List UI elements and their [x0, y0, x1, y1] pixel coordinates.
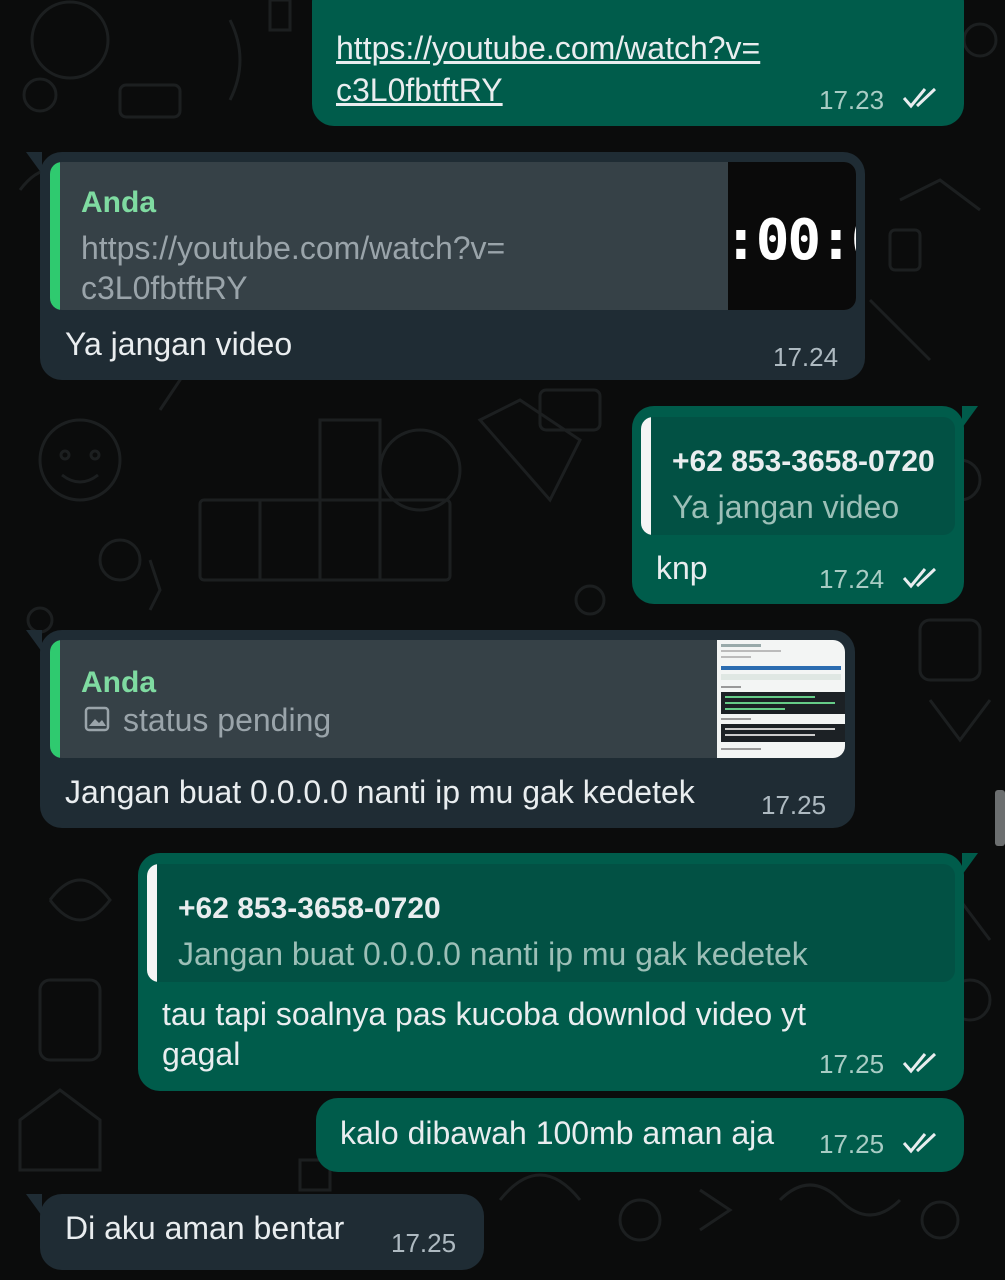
read-receipt-icon — [902, 87, 937, 109]
message-time: 17.25 — [761, 790, 827, 820]
message-time: 17.23 — [819, 85, 885, 115]
message-bubble-outgoing[interactable]: https://youtube.com/watch?v= c3L0fbtftRY… — [312, 0, 964, 126]
quote-author: Anda — [81, 666, 156, 699]
read-receipt-icon — [902, 1132, 937, 1154]
message-bubble-incoming[interactable]: Anda status pending Jangan buat 0.0.0.0 … — [26, 630, 855, 828]
thumbnail-timer-text: :00:0 — [728, 208, 856, 273]
quote-author: +62 853-3658-0720 — [672, 445, 935, 478]
message-bubble-incoming[interactable]: Di aku aman bentar 17.25 — [26, 1194, 484, 1270]
message-link-line-1[interactable]: https://youtube.com/watch?v= — [336, 28, 760, 68]
message-text: Ya jangan video — [65, 326, 293, 362]
read-receipt-icon — [902, 567, 937, 589]
quote-text: Jangan buat 0.0.0.0 nanti ip mu gak kede… — [178, 936, 808, 972]
message-time: 17.24 — [819, 564, 885, 594]
message-text: kalo dibawah 100mb aman aja — [340, 1115, 775, 1151]
screenshot-thumbnail — [717, 640, 845, 758]
read-receipt-icon — [902, 1052, 937, 1074]
message-time: 17.25 — [391, 1228, 457, 1258]
message-bubble-outgoing[interactable]: kalo dibawah 100mb aman aja 17.25 — [316, 1098, 964, 1172]
quote-author: +62 853-3658-0720 — [178, 892, 441, 925]
quote-accent-bar — [50, 640, 60, 758]
quote-text: status pending — [123, 702, 332, 738]
quote-accent-bar — [50, 162, 60, 310]
message-text: Jangan buat 0.0.0.0 nanti ip mu gak kede… — [65, 774, 695, 810]
message-link-line-2[interactable]: c3L0fbtftRY — [336, 70, 503, 110]
message-bubble-outgoing[interactable]: +62 853-3658-0720 Jangan buat 0.0.0.0 na… — [138, 853, 978, 1091]
message-text-line-1: tau tapi soalnya pas kucoba downlod vide… — [162, 996, 806, 1032]
message-time: 17.25 — [819, 1049, 885, 1079]
scrollbar-thumb[interactable] — [995, 790, 1005, 846]
message-text-line-2: gagal — [162, 1036, 241, 1072]
quote-text-line-2: c3L0fbtftRY — [81, 270, 248, 306]
quote-author: Anda — [81, 186, 156, 219]
quote-text-line-1: https://youtube.com/watch?v= — [81, 230, 506, 266]
quote-accent-bar — [641, 417, 651, 535]
message-time: 17.25 — [819, 1129, 885, 1159]
message-bubble-outgoing[interactable]: +62 853-3658-0720 Ya jangan video knp 17… — [632, 406, 978, 604]
quoted-message[interactable]: Anda status pending — [50, 640, 845, 758]
image-icon — [84, 706, 110, 732]
video-thumbnail: :00:0 — [728, 162, 856, 310]
message-time: 17.24 — [773, 342, 839, 372]
quote-text: Ya jangan video — [672, 489, 900, 525]
message-bubble-incoming[interactable]: Anda https://youtube.com/watch?v= c3L0fb… — [26, 152, 865, 380]
quoted-message[interactable]: +62 853-3658-0720 Ya jangan video — [641, 417, 955, 535]
quoted-message[interactable]: Anda https://youtube.com/watch?v= c3L0fb… — [50, 162, 856, 310]
message-text: Di aku aman bentar — [65, 1210, 345, 1246]
quoted-message[interactable]: +62 853-3658-0720 Jangan buat 0.0.0.0 na… — [147, 864, 955, 982]
message-text: knp — [656, 550, 708, 586]
quote-accent-bar — [147, 864, 157, 982]
